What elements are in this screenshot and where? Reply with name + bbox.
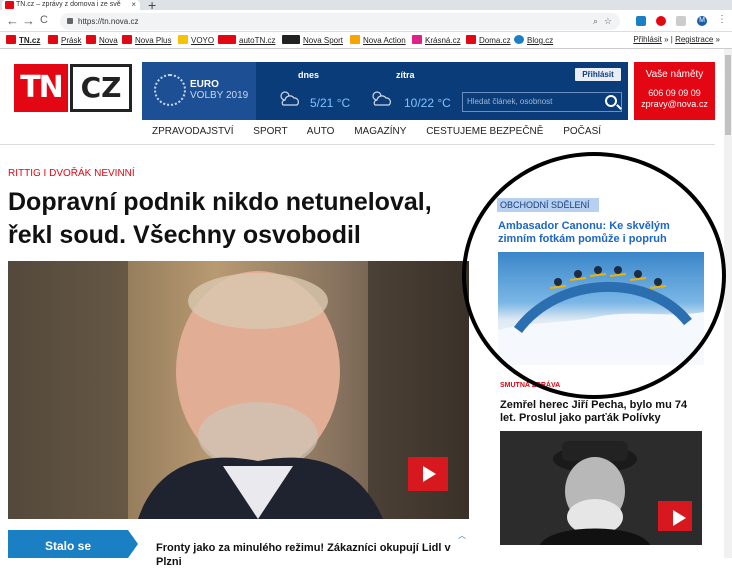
forward-button[interactable]: → xyxy=(22,13,35,28)
tab-title: TN.cz – zprávy z domova i ze svě xyxy=(16,1,121,8)
bookmark-nova-action[interactable]: Nova Action xyxy=(350,35,406,45)
nav-item-zpravodajstvi[interactable]: ZPRAVODAJSTVÍ xyxy=(152,126,234,137)
blog-icon xyxy=(514,35,524,44)
video-play-button[interactable] xyxy=(408,457,448,491)
skiers-jump-illustration xyxy=(498,266,704,365)
login-link[interactable]: Přihlásit xyxy=(633,35,661,44)
register-link[interactable]: Registrace xyxy=(675,35,713,44)
euro-volby-banner[interactable]: EURO VOLBY 2019 xyxy=(142,62,256,120)
partly-cloudy-icon xyxy=(372,91,391,106)
stalo-se-headline[interactable]: Fronty jako za minulého režimu! Zákazníc… xyxy=(156,541,456,569)
tn-favicon-icon xyxy=(5,1,14,9)
eu-stars-icon xyxy=(154,74,186,106)
tab-strip: TN.cz – zprávy z domova i ze svě × + xyxy=(0,0,732,13)
krasna-icon xyxy=(412,35,422,44)
stalo-arrow xyxy=(128,530,138,558)
tips-title: Vaše náměty xyxy=(645,69,704,80)
ad-title[interactable]: Ambasador Canonu: Ke skvělým zimním fotk… xyxy=(498,220,708,246)
nav-item-sport[interactable]: SPORT xyxy=(253,126,287,137)
bookmark-autotn[interactable]: autoTN.cz xyxy=(218,35,275,45)
weather-today-label: dnes xyxy=(298,70,320,80)
search-icon[interactable] xyxy=(605,95,617,107)
bookmark-nova-sport[interactable]: Nova Sport xyxy=(282,35,343,45)
sad-news-photo[interactable] xyxy=(500,431,702,545)
ad-label: OBCHODNÍ SDĚLENÍ xyxy=(497,198,599,212)
video-play-button[interactable] xyxy=(658,501,692,531)
weather-today-temp: 5/21 °C xyxy=(310,96,351,110)
weather-tomorrow-temp: 10/22 °C xyxy=(404,96,451,110)
bookmark-blog[interactable]: Blog.cz xyxy=(514,35,553,45)
tn-icon xyxy=(6,35,16,44)
nav-item-auto[interactable]: AUTO xyxy=(307,126,335,137)
nova-plus-icon xyxy=(122,35,132,44)
scrollbar-thumb[interactable] xyxy=(725,55,731,135)
stalo-se-badge: Stalo se xyxy=(8,530,128,558)
bookmark-tn[interactable]: TN.cz xyxy=(6,35,40,45)
back-button[interactable]: ← xyxy=(6,13,19,28)
page-scrollbar[interactable] xyxy=(724,49,732,558)
extension-record-icon[interactable] xyxy=(656,16,666,26)
partly-cloudy-icon xyxy=(280,91,299,106)
browser-toolbar: ← → C https://tn.nova.cz ⌕ ☆ M ⋮ xyxy=(0,10,732,32)
menu-icon[interactable]: ⋮ xyxy=(717,14,727,25)
nav-item-cestujeme[interactable]: CESTUJEME BEZPEČNĚ xyxy=(426,126,543,137)
voyo-icon xyxy=(178,35,188,44)
nova-sport-icon xyxy=(282,35,300,44)
nova-action-icon xyxy=(350,35,360,44)
bookmark-prask[interactable]: Prásk xyxy=(48,35,81,45)
site-logo-tn[interactable]: TN xyxy=(14,64,68,112)
tips-phone: 606 09 09 09 xyxy=(648,88,701,98)
man-portrait-illustration xyxy=(8,261,469,519)
bookmarks-bar: TN.cz Prásk Nova Nova Plus VOYO autoTN.c… xyxy=(0,32,732,49)
reload-button[interactable]: C xyxy=(40,14,48,26)
doma-icon xyxy=(466,35,476,44)
weather-tomorrow-label: zítra xyxy=(396,70,415,80)
article-photo[interactable] xyxy=(8,261,469,519)
euro-subtitle: VOLBY 2019 xyxy=(190,90,249,101)
chevron-up-icon[interactable]: ︿ xyxy=(458,530,466,541)
euro-title: EURO xyxy=(190,79,219,90)
zoom-icon[interactable]: ⌕ xyxy=(593,13,598,30)
bookmarks-account: Přihlásit » | Registrace » xyxy=(633,35,720,44)
prask-icon xyxy=(48,35,58,44)
address-bar[interactable]: https://tn.nova.cz ⌕ ☆ xyxy=(60,13,620,30)
lock-icon xyxy=(67,18,73,24)
nova-icon xyxy=(86,35,96,44)
ad-image[interactable] xyxy=(498,252,704,365)
browser-tab[interactable]: TN.cz – zprávy z domova i ze svě × xyxy=(2,0,140,10)
tab-close-icon[interactable]: × xyxy=(131,0,136,9)
search-placeholder: Hledat článek, osobnost xyxy=(467,97,553,106)
site-logo-cz[interactable]: CZ xyxy=(70,64,132,112)
url-text: https://tn.nova.cz xyxy=(78,17,139,26)
search-field[interactable]: Hledat článek, osobnost xyxy=(462,92,622,112)
bookmark-doma[interactable]: Doma.cz xyxy=(466,35,511,45)
article-headline[interactable]: Dopravní podnik nikdo netuneloval, řekl … xyxy=(8,186,468,252)
tips-email: zpravy@nova.cz xyxy=(641,99,708,109)
bookmark-nova-plus[interactable]: Nova Plus xyxy=(122,35,171,45)
main-nav: ZPRAVODAJSTVÍ SPORT AUTO MAGAZÍNY CESTUJ… xyxy=(152,126,618,137)
sad-news-headline[interactable]: Zemřel herec Jiří Pecha, bylo mu 74 let.… xyxy=(500,399,700,425)
divider xyxy=(0,144,715,145)
bookmark-nova[interactable]: Nova xyxy=(86,35,118,45)
bookmark-voyo[interactable]: VOYO xyxy=(178,35,214,45)
sad-news-label: SMUTNÁ ZPRÁVA xyxy=(500,382,561,389)
article-kicker[interactable]: RITTIG I DVOŘÁK NEVINNÍ xyxy=(8,168,135,179)
news-tips-box[interactable]: Vaše náměty 606 09 09 09 zpravy@nova.cz xyxy=(634,62,715,120)
nav-item-pocasi[interactable]: POČASÍ xyxy=(563,126,601,137)
bookmark-krasna[interactable]: Krásná.cz xyxy=(412,35,461,45)
profile-avatar[interactable]: M xyxy=(697,16,707,26)
stalo-se-label: Stalo se xyxy=(44,539,92,553)
autotn-icon xyxy=(218,35,236,44)
extension-s-icon[interactable] xyxy=(636,16,646,26)
nav-item-magaziny[interactable]: MAGAZÍNY xyxy=(354,126,406,137)
extension-icon[interactable] xyxy=(676,16,686,26)
bookmark-star-icon[interactable]: ☆ xyxy=(604,13,612,30)
login-button[interactable]: Přihlásit xyxy=(575,68,621,81)
